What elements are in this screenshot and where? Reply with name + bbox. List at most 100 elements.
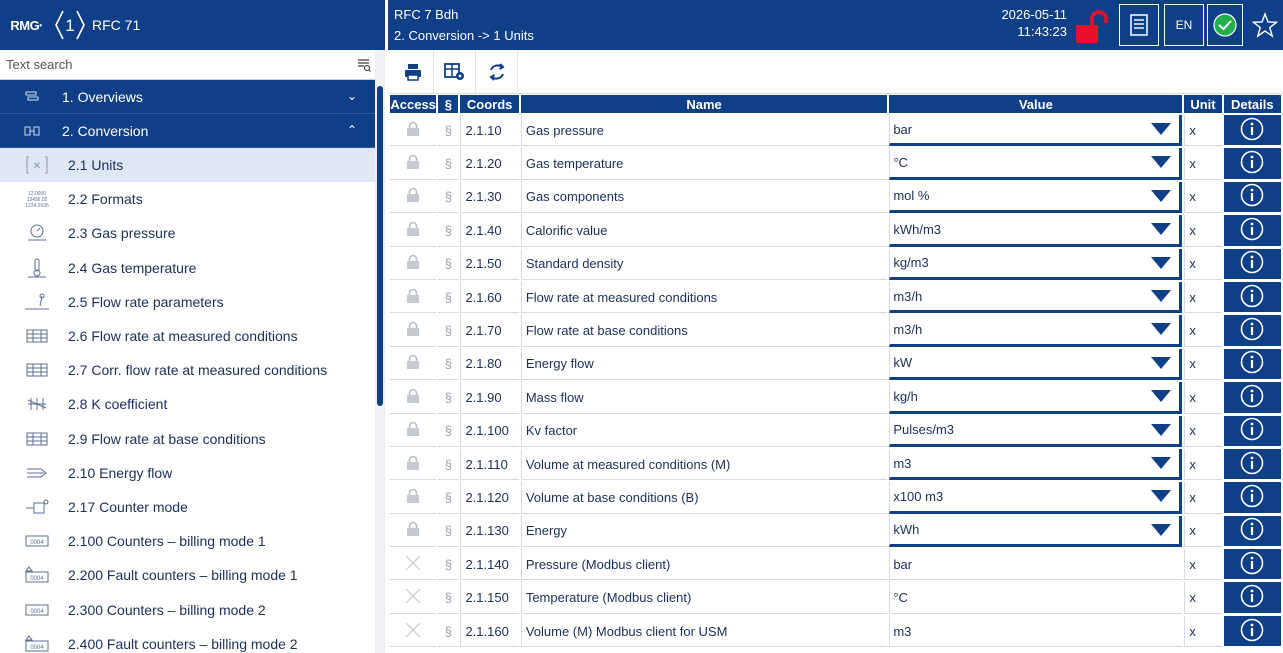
- value-select[interactable]: kg/m3: [889, 248, 1183, 280]
- coords-cell: 2.1.110: [460, 448, 519, 481]
- value-select[interactable]: kg/h: [889, 382, 1183, 414]
- flow-meter-icon: [18, 430, 56, 448]
- value-select[interactable]: mol %: [889, 181, 1183, 214]
- no-access-icon: [390, 582, 437, 614]
- nav-group-overviews[interactable]: 1. Overviews ⌄: [0, 80, 385, 114]
- dropdown-arrow-icon[interactable]: [1151, 189, 1172, 202]
- chevron-up-icon: ⌃: [346, 123, 357, 137]
- sidebar-item[interactable]: 2.7 Corr. flow rate at measured conditio…: [0, 353, 385, 387]
- sidebar-item[interactable]: 2.4 Gas temperature: [0, 251, 385, 285]
- coords-cell: 2.1.20: [460, 148, 519, 180]
- dropdown-arrow-icon[interactable]: [1151, 256, 1172, 269]
- dropdown-arrow-icon[interactable]: [1151, 156, 1172, 169]
- coords-cell: 2.1.140: [460, 549, 519, 581]
- info-icon[interactable]: [1223, 482, 1281, 514]
- sidebar-item[interactable]: 2.8 K coefficient: [0, 387, 385, 421]
- info-icon[interactable]: [1223, 549, 1281, 581]
- sidebar-item[interactable]: 2.5 Flow rate parameters: [0, 285, 385, 319]
- value-select[interactable]: kWh/m3: [889, 215, 1183, 247]
- dropdown-arrow-icon[interactable]: [1151, 390, 1172, 403]
- lock-icon: [390, 215, 437, 247]
- info-icon[interactable]: [1223, 281, 1281, 314]
- info-icon[interactable]: [1223, 315, 1281, 347]
- search-input[interactable]: [6, 57, 336, 72]
- language-button[interactable]: EN: [1164, 4, 1204, 46]
- sidebar-item[interactable]: 0004 2.100 Counters – billing mode 1: [0, 524, 385, 558]
- info-icon[interactable]: [1223, 582, 1281, 614]
- favorite-star-icon[interactable]: [1247, 4, 1283, 46]
- device-number-badge[interactable]: 1: [52, 0, 88, 50]
- sidebar-item[interactable]: 0004 2.400 Fault counters – billing mode …: [0, 627, 385, 653]
- filter-icon[interactable]: [357, 58, 371, 72]
- counter-icon: 0004: [18, 602, 56, 618]
- value-select[interactable]: m3: [889, 448, 1183, 481]
- value-select[interactable]: m3/h: [889, 315, 1183, 347]
- print-button[interactable]: [392, 50, 434, 93]
- status-ok-button[interactable]: [1207, 4, 1243, 46]
- info-icon[interactable]: [1223, 382, 1281, 414]
- sidebar-scrollbar[interactable]: [375, 50, 385, 653]
- value-select[interactable]: °C: [889, 148, 1183, 180]
- table-row: § 2.1.100 Kv factor Pulses/m3 x: [390, 415, 1281, 447]
- check-circle-icon: [1213, 13, 1237, 37]
- event-list-button[interactable]: [1119, 4, 1159, 46]
- info-icon[interactable]: [1223, 148, 1281, 180]
- dropdown-arrow-icon[interactable]: [1151, 423, 1172, 436]
- sidebar-item[interactable]: ✕ 2.1 Units: [0, 148, 385, 183]
- column-header-value[interactable]: Value: [889, 95, 1183, 113]
- lock-open-icon[interactable]: [1071, 6, 1111, 48]
- sidebar-item[interactable]: 0004 2.300 Counters – billing mode 2: [0, 592, 385, 626]
- value-select[interactable]: kW: [889, 348, 1183, 381]
- dropdown-arrow-icon[interactable]: [1151, 123, 1172, 135]
- dropdown-arrow-icon[interactable]: [1151, 490, 1172, 503]
- lock-icon: [390, 115, 437, 147]
- dropdown-arrow-icon[interactable]: [1151, 356, 1172, 369]
- value-select[interactable]: m3/h: [889, 281, 1183, 314]
- legal-relevance-icon: §: [438, 482, 459, 514]
- sidebar-item[interactable]: 2.17 Counter mode: [0, 490, 385, 524]
- sidebar-item[interactable]: 2.6 Flow rate at measured conditions: [0, 319, 385, 353]
- sidebar-item[interactable]: 12.0000 13456.02 1234.2635 2.2 Formats: [0, 182, 385, 216]
- info-icon[interactable]: [1223, 248, 1281, 280]
- dropdown-arrow-icon[interactable]: [1151, 523, 1172, 536]
- info-icon[interactable]: [1223, 115, 1281, 147]
- info-icon[interactable]: [1223, 448, 1281, 481]
- value-text: kWh/m3: [893, 221, 941, 237]
- sidebar-item-label: 2.200 Fault counters – billing mode 1: [68, 567, 298, 584]
- sidebar-item[interactable]: 0004 2.200 Fault counters – billing mode …: [0, 558, 385, 592]
- table-settings-button[interactable]: [434, 50, 476, 93]
- sidebar-item[interactable]: 2.10 Energy flow: [0, 456, 385, 490]
- column-header-unit[interactable]: Unit: [1184, 95, 1222, 113]
- info-icon[interactable]: [1223, 181, 1281, 214]
- column-header-access[interactable]: Access: [390, 95, 437, 113]
- column-header-para[interactable]: §: [438, 95, 459, 113]
- column-header-name[interactable]: Name: [520, 95, 888, 113]
- unit-cell: x: [1184, 248, 1222, 280]
- dropdown-arrow-icon[interactable]: [1151, 456, 1172, 469]
- refresh-button[interactable]: [476, 50, 518, 93]
- value-select[interactable]: x100 m3: [889, 482, 1183, 514]
- scrollbar-thumb[interactable]: [377, 86, 383, 406]
- info-icon[interactable]: [1223, 415, 1281, 447]
- dropdown-arrow-icon[interactable]: [1151, 289, 1172, 302]
- search-bar: [0, 50, 385, 80]
- table-row: § 2.1.30 Gas components mol % x: [390, 181, 1281, 214]
- column-header-coords[interactable]: Coords: [460, 95, 519, 113]
- nav-group-conversion[interactable]: 2. Conversion ⌃: [0, 114, 385, 148]
- info-icon[interactable]: [1223, 348, 1281, 381]
- column-header-details[interactable]: Details: [1223, 95, 1281, 113]
- value-select[interactable]: Pulses/m3: [889, 415, 1183, 447]
- name-cell: Gas pressure: [520, 115, 888, 147]
- value-select[interactable]: kWh: [889, 515, 1183, 548]
- info-icon[interactable]: [1223, 615, 1281, 648]
- info-icon[interactable]: [1223, 515, 1281, 548]
- dropdown-arrow-icon[interactable]: [1151, 223, 1172, 236]
- info-icon[interactable]: [1223, 215, 1281, 247]
- dropdown-arrow-icon[interactable]: [1151, 323, 1172, 336]
- value-select[interactable]: bar: [889, 115, 1183, 147]
- coords-cell: 2.1.60: [460, 281, 519, 314]
- legal-relevance-icon: §: [438, 616, 459, 648]
- sidebar-item[interactable]: 2.9 Flow rate at base conditions: [0, 422, 385, 456]
- sidebar-item[interactable]: 2.3 Gas pressure: [0, 216, 385, 250]
- coords-cell: 2.1.130: [460, 515, 519, 548]
